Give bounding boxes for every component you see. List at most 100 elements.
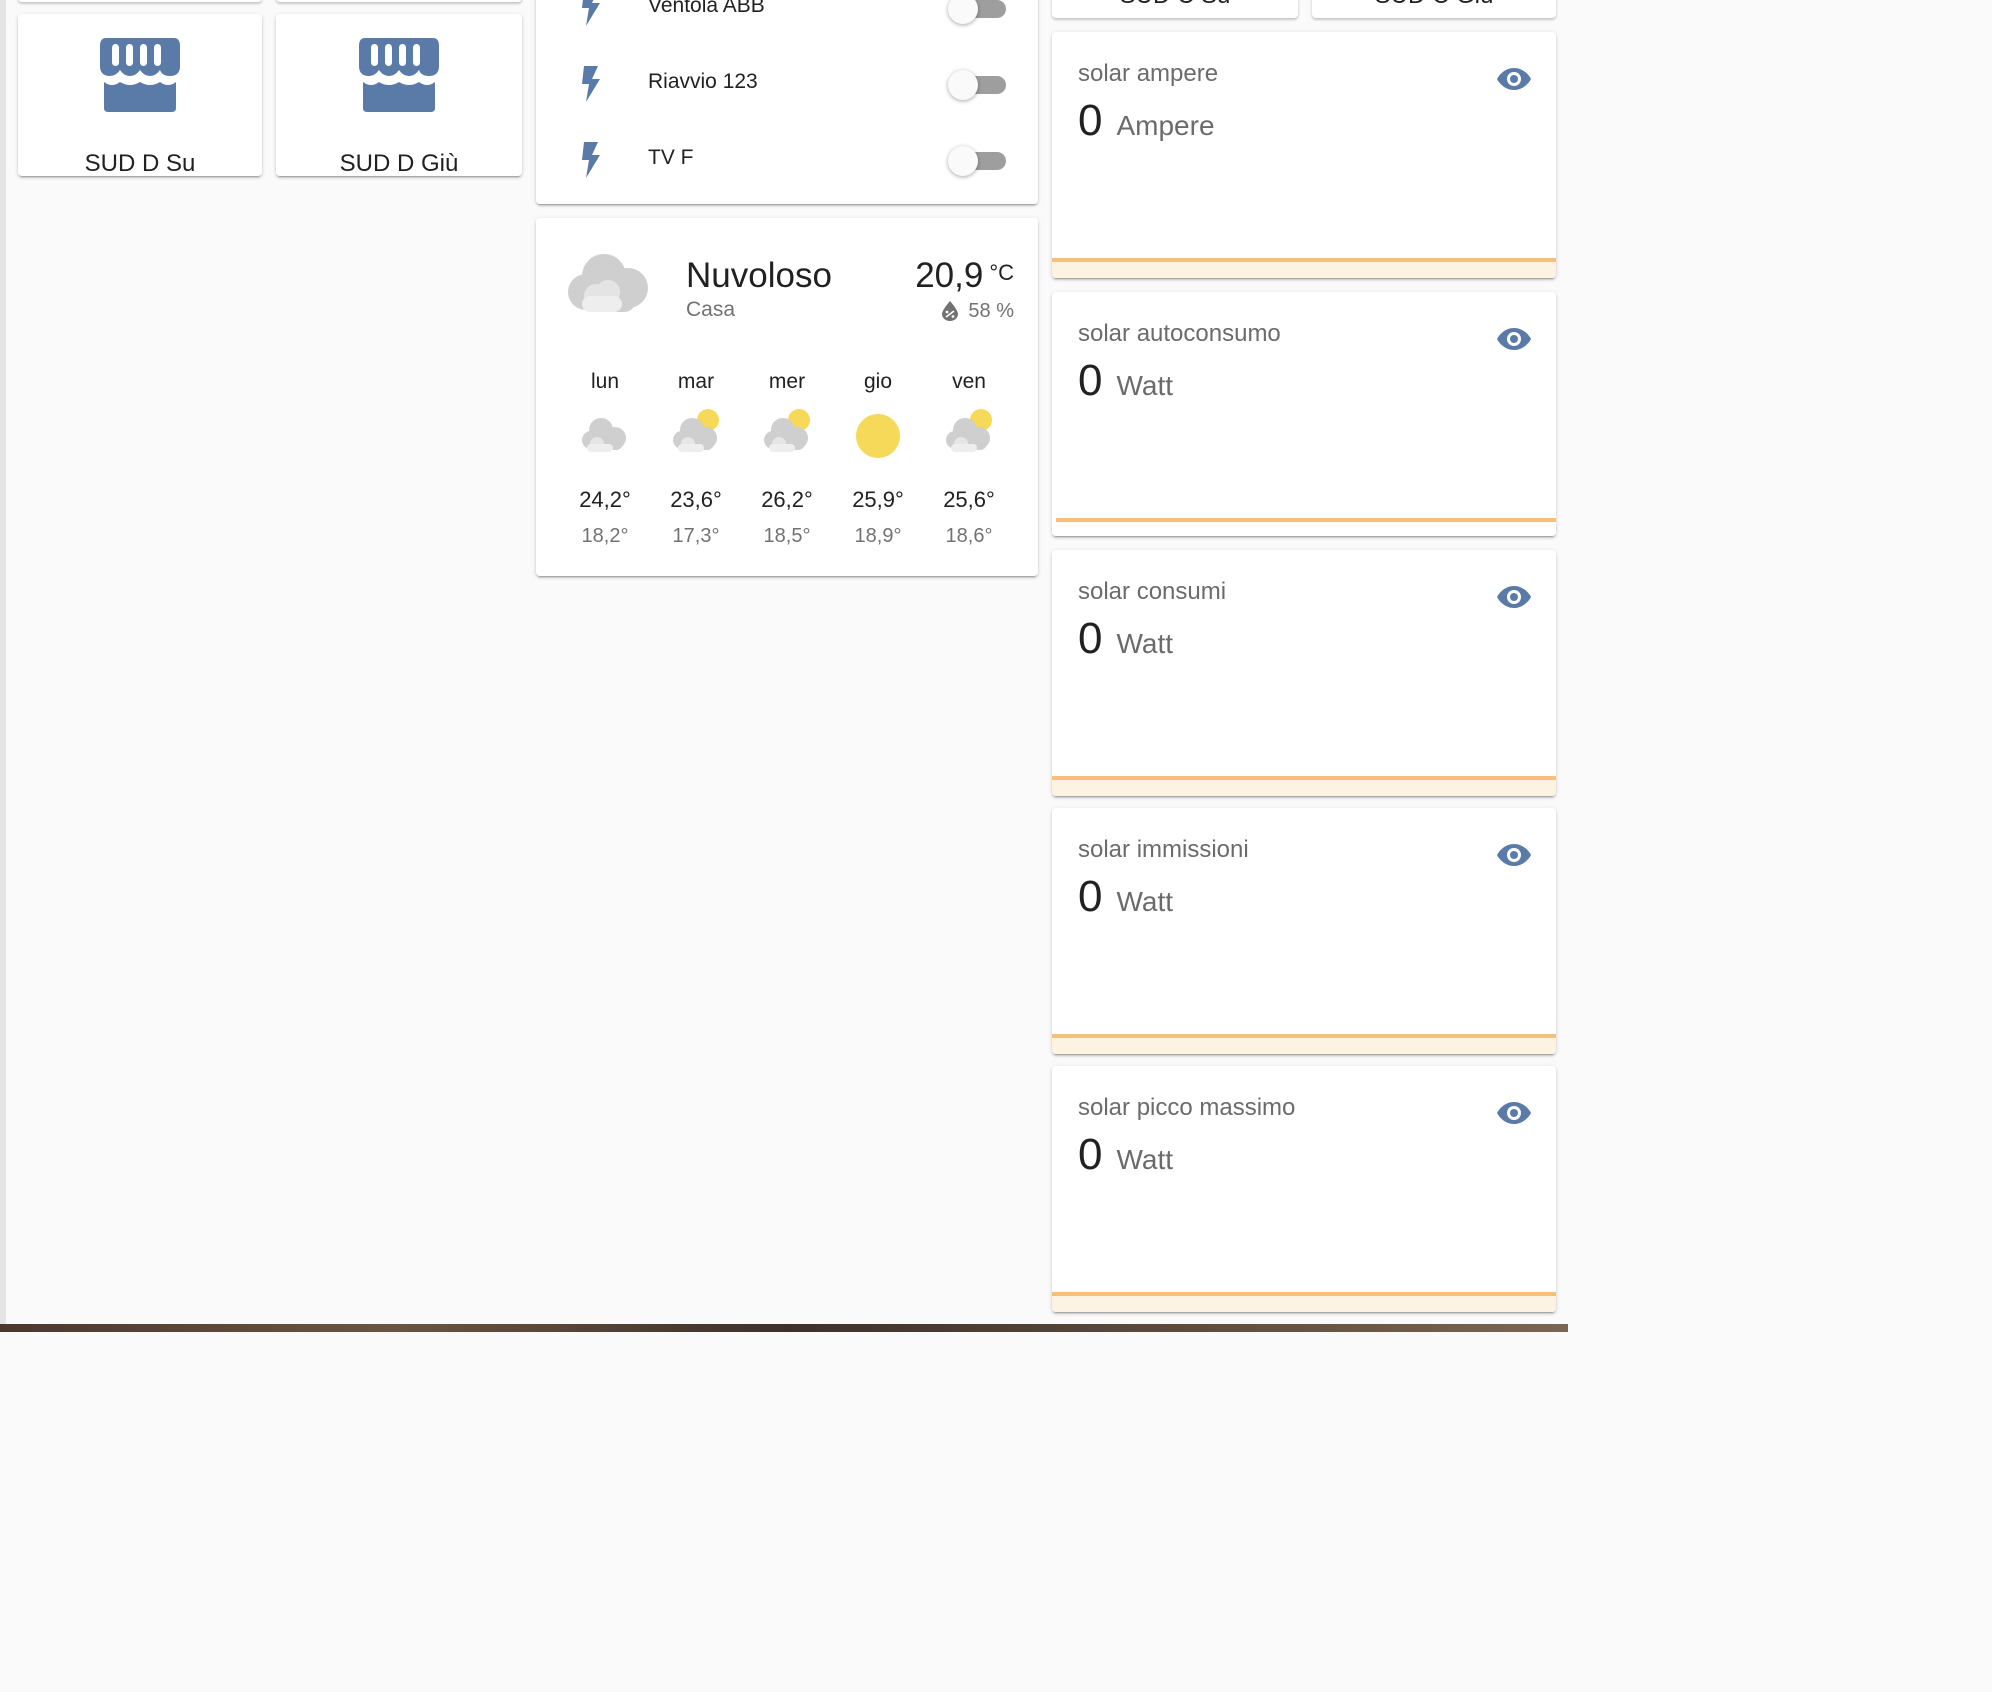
forecast-day-name: lun [590, 370, 620, 393]
eye-icon[interactable] [1496, 582, 1532, 612]
gauge-bar [1052, 258, 1556, 262]
gauge-bar [1052, 1292, 1556, 1296]
switches-card: Ventola ABB Riavvio 123 TV F [536, 0, 1038, 204]
sensor-card-solar-ampere[interactable]: solar ampere 0 Ampere [1052, 32, 1556, 278]
forecast-high: 26,2° [761, 487, 813, 512]
sensor-unit: Watt [1116, 370, 1174, 401]
forecast-day: mar 23,6° 17,3° [651, 370, 741, 548]
sensor-number: 0 [1078, 614, 1103, 663]
sensor-value: 0 Watt [1078, 872, 1173, 922]
cover-card-stub[interactable] [18, 0, 262, 2]
cover-name: SUD C Su [1052, 0, 1298, 10]
temperature-unit: °C [989, 260, 1014, 285]
eye-icon[interactable] [1496, 324, 1532, 354]
sensor-unit: Ampere [1116, 110, 1215, 141]
forecast-high: 23,6° [670, 487, 722, 512]
forecast-low: 18,6° [945, 525, 993, 547]
sensor-unit: Watt [1116, 628, 1174, 659]
current-temperature: 20,9 °C [915, 256, 1014, 296]
sensor-number: 0 [1078, 96, 1103, 145]
eye-icon[interactable] [1496, 1098, 1532, 1128]
cover-button-sud-d-su[interactable]: SUD D Su [18, 14, 262, 177]
switch-name: Riavvio 123 [648, 70, 758, 93]
sensor-value: 0 Ampere [1078, 96, 1215, 146]
partly-cloudy-icon [764, 409, 810, 452]
storefront-icon [100, 38, 180, 112]
eye-icon[interactable] [1496, 840, 1532, 870]
forecast-low: 18,2° [581, 525, 629, 547]
cover-card-stub[interactable] [276, 0, 522, 2]
sensor-unit: Watt [1116, 886, 1174, 917]
flash-icon [582, 66, 600, 102]
weather-location: Casa [686, 298, 736, 321]
cover-button-sud-c-giu[interactable]: SUD C Giù [1312, 0, 1556, 18]
sensor-name: solar consumi [1078, 578, 1227, 605]
humidity: 58 % [942, 300, 1014, 323]
cover-button-sud-c-su[interactable]: SUD C Su [1052, 0, 1298, 18]
cover-button-sud-d-giu[interactable]: SUD D Giù [276, 14, 522, 177]
sensor-name: solar ampere [1078, 60, 1219, 87]
weather-forecast-card[interactable]: Nuvoloso Casa 20,9 °C 58 % lun 24,2° 18,2… [536, 218, 1038, 576]
cover-name: SUD D Giù [339, 150, 459, 177]
partly-cloudy-icon [946, 409, 992, 452]
forecast-day: mer 26,2° 18,5° [742, 370, 832, 548]
humidity-value: 58 % [968, 300, 1014, 322]
partly-cloudy-icon [673, 409, 719, 452]
storefront-icon [359, 38, 439, 112]
sensor-card-solar-picco-massimo[interactable]: solar picco massimo 0 Watt [1052, 1066, 1556, 1312]
sensor-card-solar-immissioni[interactable]: solar immissioni 0 Watt [1052, 808, 1556, 1054]
forecast-day-name: mer [768, 370, 806, 393]
toggle-thumb [948, 146, 978, 176]
switch-row-riavvio-123: Riavvio 123 [536, 56, 1038, 116]
sensor-name: solar immissioni [1078, 836, 1249, 863]
sensor-card-solar-consumi[interactable]: solar consumi 0 Watt [1052, 550, 1556, 796]
temperature-value: 20,9 [915, 256, 984, 295]
forecast-high: 25,9° [852, 487, 904, 512]
cover-name: SUD D Su [84, 150, 196, 177]
toggle-riavvio-123[interactable] [948, 70, 1006, 100]
forecast-low: 18,5° [763, 525, 811, 547]
water-percent-icon [942, 301, 959, 321]
cloudy-icon [568, 254, 648, 312]
forecast-low: 18,9° [854, 525, 902, 547]
sensor-name: solar picco massimo [1078, 1094, 1296, 1121]
forecast-day-name: ven [952, 370, 986, 393]
sensor-value: 0 Watt [1078, 356, 1173, 406]
toggle-thumb [948, 0, 978, 24]
gauge-bar [1056, 518, 1556, 522]
weather-condition: Nuvoloso [686, 256, 832, 295]
gauge-bar [1052, 1034, 1556, 1038]
forecast-day: lun 24,2° 18,2° [560, 370, 650, 548]
forecast-day: ven 25,6° 18,6° [924, 370, 1014, 548]
forecast-day-name: gio [863, 370, 893, 393]
column-divider [0, 0, 6, 1325]
toggle-tv-f[interactable] [948, 146, 1006, 176]
forecast-high: 25,6° [943, 487, 995, 512]
forecast-day: gio 25,9° 18,9° [833, 370, 923, 548]
forecast-high: 24,2° [579, 487, 631, 512]
flash-icon [582, 142, 600, 178]
flash-icon [582, 0, 600, 26]
sensor-number: 0 [1078, 872, 1103, 921]
desktop-background [0, 1324, 1568, 1332]
toggle-ventola-abb[interactable] [948, 0, 1006, 24]
forecast-day-name: mar [677, 370, 715, 393]
sunny-icon [856, 414, 900, 458]
sensor-value: 0 Watt [1078, 614, 1173, 664]
gauge-bar [1052, 776, 1556, 780]
toggle-thumb [948, 70, 978, 100]
eye-icon[interactable] [1496, 64, 1532, 94]
sensor-value: 0 Watt [1078, 1130, 1173, 1180]
switch-row-ventola-abb: Ventola ABB [536, 0, 1038, 40]
sensor-unit: Watt [1116, 1144, 1174, 1175]
cover-name: SUD C Giù [1312, 0, 1556, 10]
switch-name: Ventola ABB [648, 0, 765, 17]
sensor-name: solar autoconsumo [1078, 320, 1281, 347]
sensor-number: 0 [1078, 1130, 1103, 1179]
forecast-low: 17,3° [672, 525, 720, 547]
cloudy-icon [582, 418, 626, 452]
sensor-card-solar-autoconsumo[interactable]: solar autoconsumo 0 Watt [1052, 292, 1556, 536]
switch-row-tv-f: TV F [536, 132, 1038, 192]
sensor-number: 0 [1078, 356, 1103, 405]
switch-name: TV F [648, 146, 694, 169]
